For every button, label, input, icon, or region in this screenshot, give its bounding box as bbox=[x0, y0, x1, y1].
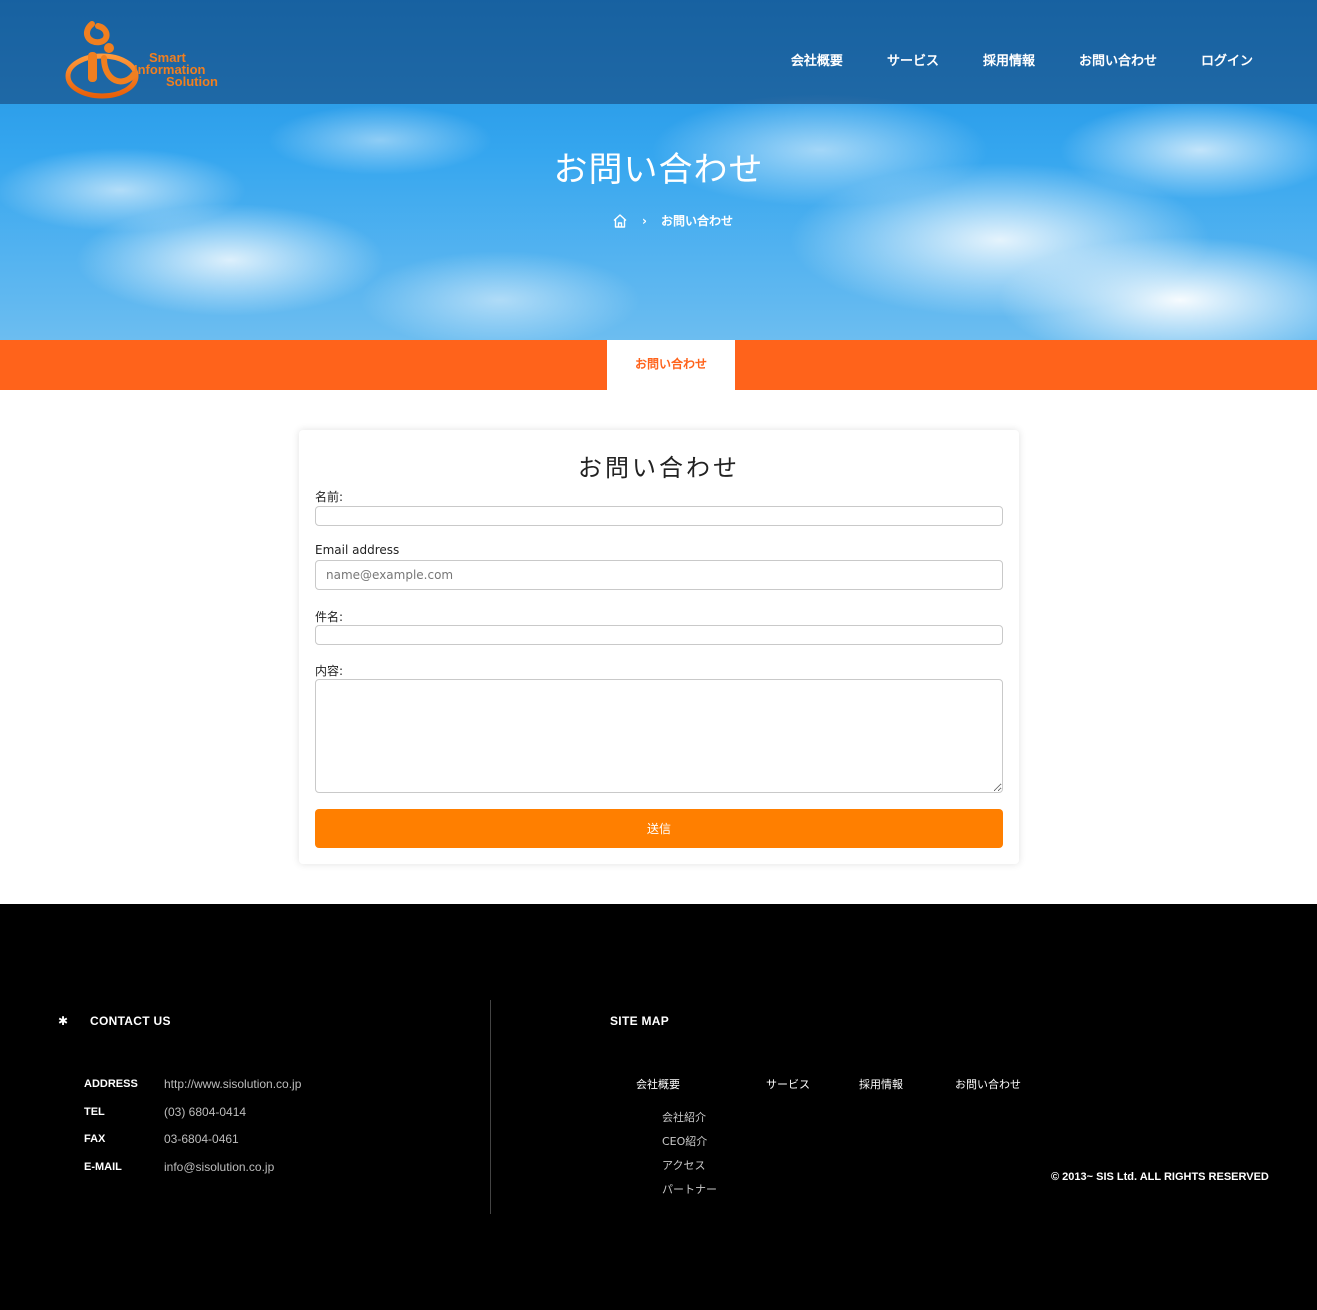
message-label: 内容: bbox=[315, 664, 344, 678]
nav-services[interactable]: サービス bbox=[887, 50, 939, 69]
nav-recruit[interactable]: 採用情報 bbox=[983, 50, 1035, 69]
section-tab-bar: お問い合わせ bbox=[0, 340, 1317, 390]
site-logo[interactable]: Smart Information Solution bbox=[64, 18, 234, 102]
nav-company[interactable]: 会社概要 bbox=[791, 50, 843, 69]
email-field[interactable] bbox=[315, 560, 1003, 590]
contact-value: (03) 6804-0414 bbox=[164, 1105, 247, 1119]
contact-value: 03-6804-0461 bbox=[164, 1132, 239, 1146]
message-textarea[interactable] bbox=[315, 679, 1003, 793]
footer-divider bbox=[490, 1000, 491, 1214]
nav-contact[interactable]: お問い合わせ bbox=[1079, 50, 1157, 69]
sitemap-company[interactable]: 会社概要 bbox=[636, 1076, 680, 1092]
contact-key: TEL bbox=[84, 1106, 105, 1118]
contact-value[interactable]: http://www.sisolution.co.jp bbox=[164, 1077, 364, 1091]
form-title: お問い合わせ bbox=[578, 454, 740, 482]
subject-label: 件名: bbox=[315, 610, 344, 624]
name-label: 名前: bbox=[315, 490, 344, 504]
nav-login[interactable]: ログイン bbox=[1201, 50, 1253, 69]
contact-heading: CONTACT US bbox=[90, 1014, 171, 1028]
contact-key: FAX bbox=[84, 1133, 106, 1145]
contact-value[interactable]: info@sisolution.co.jp bbox=[164, 1160, 364, 1174]
sitemap-contact[interactable]: お問い合わせ bbox=[955, 1076, 1021, 1092]
sitemap-sub-access[interactable]: アクセス bbox=[662, 1157, 705, 1173]
breadcrumb-separator: › bbox=[642, 213, 647, 228]
sitemap-services[interactable]: サービス bbox=[766, 1076, 810, 1092]
sitemap-sub-about[interactable]: 会社紹介 bbox=[662, 1109, 706, 1125]
home-icon[interactable] bbox=[612, 213, 628, 229]
tab-contact[interactable]: お問い合わせ bbox=[607, 340, 735, 390]
main-nav: 会社概要 サービス 採用情報 お問い合わせ ログイン bbox=[747, 50, 1253, 69]
logo-wordmark: Smart Information Solution bbox=[134, 51, 218, 89]
breadcrumb: › お問い合わせ bbox=[0, 212, 1317, 229]
sitemap-sub-ceo[interactable]: CEO紹介 bbox=[662, 1133, 707, 1149]
sitemap-recruit[interactable]: 採用情報 bbox=[859, 1076, 903, 1092]
site-footer: ✱ CONTACT US ADDRESS http://www.sisoluti… bbox=[0, 904, 1317, 1310]
top-navigation-bar: Smart Information Solution 会社概要 サービス 採用情… bbox=[0, 0, 1317, 104]
email-label: Email address bbox=[315, 543, 400, 557]
hero-banner: Smart Information Solution 会社概要 サービス 採用情… bbox=[0, 0, 1317, 340]
subject-field[interactable] bbox=[315, 625, 1003, 645]
sitemap-heading: SITE MAP bbox=[610, 1014, 670, 1028]
copyright-text: © 2013~ SIS Ltd. ALL RIGHTS RESERVED bbox=[1051, 1171, 1269, 1183]
name-field[interactable] bbox=[315, 506, 1003, 526]
sitemap-sub-partner[interactable]: パートナー bbox=[662, 1181, 717, 1197]
contact-key: E-MAIL bbox=[84, 1161, 122, 1173]
contact-key: ADDRESS bbox=[84, 1078, 138, 1090]
asterisk-icon: ✱ bbox=[58, 1014, 69, 1028]
breadcrumb-current: お問い合わせ bbox=[660, 214, 733, 228]
submit-button[interactable]: 送信 bbox=[315, 809, 1003, 848]
logo-line: Solution bbox=[166, 74, 218, 89]
page-title: お問い合わせ bbox=[553, 150, 764, 190]
contact-form-card: お問い合わせ 名前: Email address 件名: 内容: 送信 bbox=[299, 430, 1019, 864]
